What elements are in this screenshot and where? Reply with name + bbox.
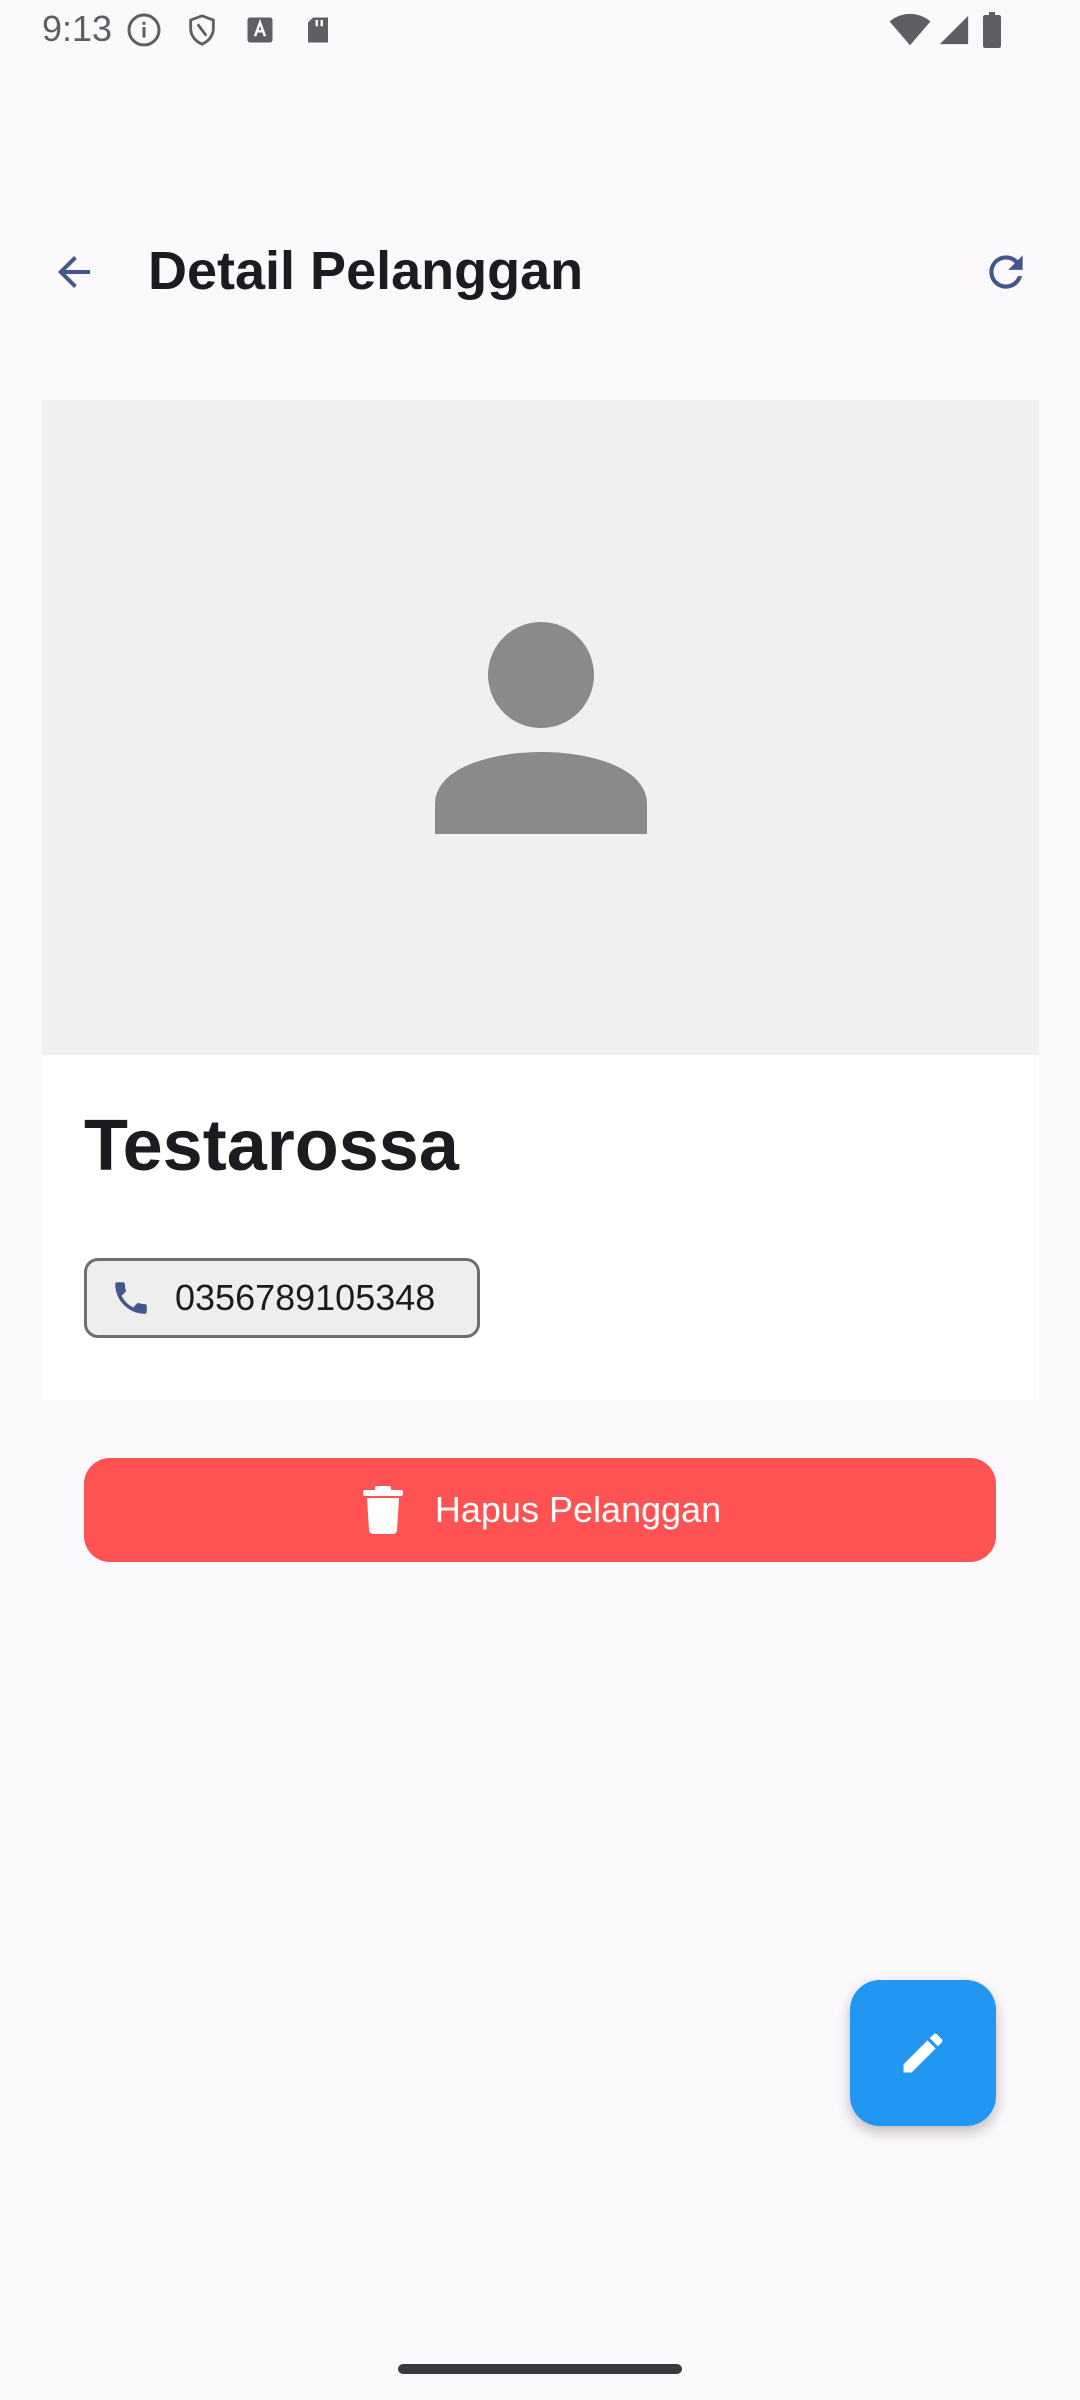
signal-icon xyxy=(936,12,972,48)
customer-name: Testarossa xyxy=(84,1106,459,1186)
app-bar: Detail Pelanggan xyxy=(0,220,1080,330)
shield-icon xyxy=(184,12,220,48)
phone-number: 0356789105348 xyxy=(175,1277,436,1318)
gesture-nav-handle[interactable] xyxy=(398,2364,682,2374)
sd-card-icon xyxy=(300,12,336,48)
battery-icon xyxy=(978,12,1006,48)
arrow-back-icon xyxy=(58,256,90,288)
delete-customer-label: Hapus Pelanggan xyxy=(434,1489,722,1530)
customer-photo xyxy=(42,400,1039,1055)
edit-fab[interactable] xyxy=(850,1980,996,2126)
refresh-button[interactable] xyxy=(968,234,1044,310)
status-time: 9:13 xyxy=(42,8,113,49)
info-icon xyxy=(126,12,162,48)
status-bar: 9:13 xyxy=(0,0,1080,64)
customer-card: Testarossa 0356789105348 xyxy=(42,400,1039,1400)
person-placeholder-icon xyxy=(434,621,647,834)
phone-icon xyxy=(109,1276,153,1320)
delete-customer-button[interactable]: Hapus Pelanggan xyxy=(84,1458,996,1562)
trash-icon xyxy=(359,1482,407,1538)
page-title: Detail Pelanggan xyxy=(148,241,584,301)
refresh-icon xyxy=(989,255,1023,289)
wifi-icon xyxy=(888,12,932,48)
pencil-icon xyxy=(903,2033,943,2073)
phone-chip[interactable]: 0356789105348 xyxy=(84,1258,480,1338)
font-a-icon xyxy=(242,12,278,48)
back-button[interactable] xyxy=(36,234,112,310)
